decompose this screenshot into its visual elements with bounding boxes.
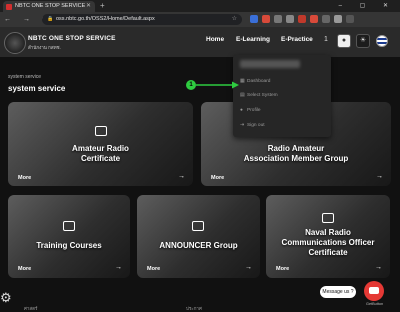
card-more-link[interactable]: More <box>18 266 31 272</box>
training-icon <box>63 221 75 231</box>
extension-icon[interactable] <box>274 15 282 23</box>
nav-epractice[interactable]: E-Practice <box>281 36 313 43</box>
card-amateur-radio-certificate[interactable]: Amateur Radio Certificate More → <box>8 102 193 186</box>
extension-icon[interactable] <box>262 15 270 23</box>
lock-icon: 🔒 <box>47 16 54 22</box>
card-title: Naval Radio Communications Officer Certif… <box>281 228 375 257</box>
gear-icon[interactable]: ⚙ <box>0 291 12 304</box>
arrow-right-icon[interactable]: → <box>115 264 122 271</box>
arrow-right-icon[interactable]: → <box>376 173 383 180</box>
bookmark-star-icon[interactable]: ☆ <box>232 14 237 25</box>
brand-subtitle: สำนักงาน กสทช. <box>28 45 61 50</box>
extension-icon[interactable] <box>346 15 354 23</box>
card-title: Amateur Radio Certificate <box>72 144 129 163</box>
arrow-right-icon[interactable]: → <box>178 173 185 180</box>
chat-powered-by: GetButton <box>366 302 384 306</box>
chat-message-icon[interactable] <box>364 281 384 301</box>
extension-icon[interactable] <box>298 15 306 23</box>
announcer-icon <box>192 221 204 231</box>
card-more-link[interactable]: More <box>147 266 160 272</box>
url-text: oss.nbtc.go.th/OSS2/Home/Default.aspx <box>56 16 155 22</box>
close-tab-icon[interactable]: ✕ <box>86 1 91 12</box>
card-naval-radio-certificate[interactable]: Naval Radio Communications Officer Certif… <box>266 195 390 278</box>
arrow-right-icon[interactable]: → <box>375 264 382 271</box>
nav-counter[interactable]: 1 <box>319 34 333 48</box>
user-name-redacted <box>240 60 300 68</box>
window-controls[interactable]: – ▢ ✕ <box>339 0 396 12</box>
nav-elearning[interactable]: E-Learning <box>236 36 270 43</box>
dashboard-icon: ▦ <box>240 79 245 84</box>
card-more-link[interactable]: More <box>276 266 289 272</box>
card-title: Radio Amateur Association Member Group <box>243 144 349 163</box>
favicon-icon <box>6 3 12 10</box>
tab-title: NBTC ONE STOP SERVICE <box>15 3 86 9</box>
theme-toggle-button[interactable]: ☀ <box>356 34 370 48</box>
profile-icon: ● <box>240 108 243 113</box>
select-icon: ▤ <box>240 93 245 98</box>
nav-home[interactable]: Home <box>206 36 224 43</box>
extension-icons <box>250 15 354 24</box>
annotation-badge: 1 <box>186 80 196 90</box>
browser-tab[interactable]: NBTC ONE STOP SERVICE ✕ <box>3 1 95 12</box>
signout-icon: ⇥ <box>240 123 245 128</box>
menu-item-select-system[interactable]: ▤ Select System <box>240 93 278 98</box>
menu-item-dashboard[interactable]: ▦ Dashboard <box>240 79 270 84</box>
card-more-link[interactable]: More <box>211 175 224 181</box>
nbtc-logo[interactable] <box>4 32 26 54</box>
naval-icon <box>322 213 334 223</box>
menu-item-sign-out[interactable]: ⇥ Sign out <box>240 123 265 128</box>
extension-icon[interactable] <box>322 15 330 23</box>
card-title: Training Courses <box>36 241 102 250</box>
menu-item-profile[interactable]: ● Profile <box>240 108 261 113</box>
page-eyebrow: system service <box>8 74 42 80</box>
language-flag-icon[interactable] <box>376 35 388 47</box>
card-more-link[interactable]: More <box>18 175 31 181</box>
extension-icon[interactable] <box>250 15 258 23</box>
brand-title[interactable]: NBTC ONE STOP SERVICE <box>28 35 116 42</box>
chat-prompt-bubble[interactable]: Message us ? <box>320 286 356 298</box>
extension-icon[interactable] <box>310 15 318 23</box>
card-title: ANNOUNCER Group <box>159 241 238 250</box>
card-training-courses[interactable]: Training Courses More → <box>8 195 130 278</box>
extension-icon[interactable] <box>334 15 342 23</box>
page-title: system service <box>8 84 66 93</box>
user-menu-button[interactable]: ● <box>337 34 351 48</box>
annotation-arrow-icon <box>196 81 239 89</box>
certificate-icon <box>95 126 107 136</box>
new-tab-button[interactable]: + <box>100 0 105 12</box>
card-announcer-group[interactable]: ANNOUNCER Group More → <box>137 195 260 278</box>
address-bar[interactable]: 🔒 oss.nbtc.go.th/OSS2/Home/Default.aspx … <box>42 14 242 25</box>
arrow-right-icon[interactable]: → <box>245 264 252 271</box>
extension-icon[interactable] <box>286 15 294 23</box>
